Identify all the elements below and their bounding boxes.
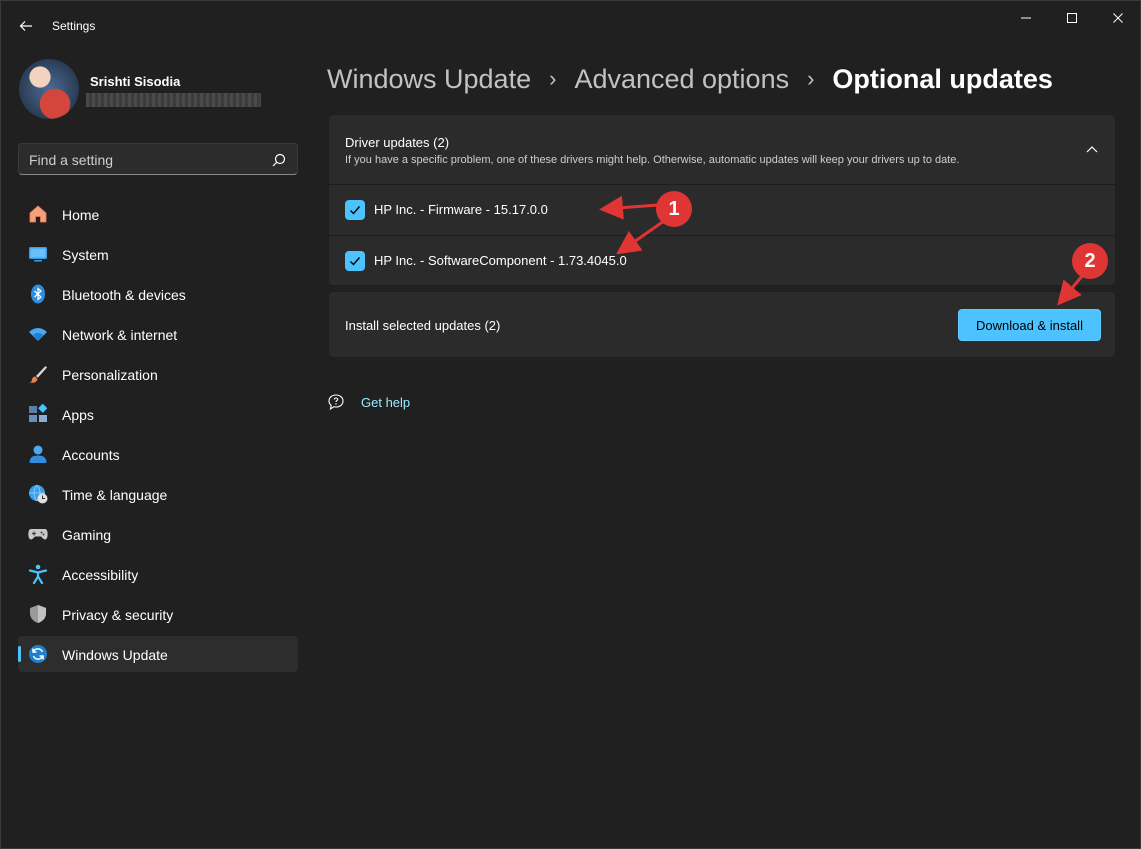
- sidebar-item-gaming[interactable]: Gaming: [18, 516, 298, 552]
- user-email-redacted: [86, 93, 261, 107]
- sidebar-item-personalization[interactable]: Personalization: [18, 356, 298, 392]
- sidebar-item-label: Home: [62, 207, 100, 223]
- shield-icon: [30, 605, 46, 623]
- help-icon: [328, 394, 344, 411]
- sidebar-item-bluetooth[interactable]: Bluetooth & devices: [18, 276, 298, 312]
- sidebar-item-label: System: [62, 247, 109, 263]
- sidebar-item-label: Time & language: [62, 487, 168, 503]
- avatar[interactable]: [19, 59, 79, 119]
- sidebar-item-label: Accounts: [62, 447, 120, 463]
- selection-indicator: [18, 646, 21, 662]
- maximize-button[interactable]: [1049, 1, 1095, 35]
- install-selected-label: Install selected updates (2): [345, 318, 501, 333]
- sidebar-item-network[interactable]: Network & internet: [18, 316, 298, 352]
- minimize-button[interactable]: [1003, 1, 1049, 35]
- home-icon: [29, 205, 47, 223]
- install-card: Install selected updates (2) Download & …: [328, 291, 1116, 358]
- sidebar-item-home[interactable]: Home: [18, 196, 298, 232]
- driver-updates-header[interactable]: Driver updates (2) If you have a specifi…: [329, 115, 1115, 183]
- annotation-badge-1: 1: [656, 191, 692, 227]
- apps-icon: [29, 404, 48, 422]
- checkmark-icon: [350, 206, 361, 215]
- sidebar-item-label: Accessibility: [62, 567, 139, 583]
- search-icon[interactable]: [271, 152, 287, 168]
- driver-checkbox[interactable]: [345, 251, 365, 271]
- sidebar-item-system[interactable]: System: [18, 236, 298, 272]
- driver-label: HP Inc. - SoftwareComponent - 1.73.4045.…: [374, 253, 627, 268]
- checkmark-icon: [350, 257, 361, 266]
- sidebar-item-accounts[interactable]: Accounts: [18, 436, 298, 472]
- driver-row: HP Inc. - SoftwareComponent - 1.73.4045.…: [329, 235, 1115, 285]
- sidebar-item-label: Windows Update: [62, 647, 168, 663]
- download-install-button[interactable]: Download & install: [958, 309, 1101, 341]
- driver-row: HP Inc. - Firmware - 15.17.0.0: [329, 184, 1115, 234]
- gamepad-icon: [28, 529, 48, 540]
- globe-clock-icon: [29, 484, 48, 504]
- title-bar: Settings: [1, 1, 1141, 51]
- breadcrumb: Windows Update › Advanced options › Opti…: [327, 61, 1053, 97]
- minimize-icon: [1021, 17, 1031, 19]
- wifi-icon: [29, 328, 47, 341]
- accounts-icon: [29, 445, 47, 463]
- sidebar-item-label: Bluetooth & devices: [62, 287, 186, 303]
- accessibility-icon: [28, 564, 48, 584]
- back-button[interactable]: [11, 13, 41, 39]
- back-arrow-icon: [19, 21, 32, 31]
- sidebar-item-label: Personalization: [62, 367, 158, 383]
- sidebar-item-privacy[interactable]: Privacy & security: [18, 596, 298, 632]
- search-box: [18, 143, 298, 175]
- breadcrumb-advanced-options[interactable]: Advanced options: [574, 64, 789, 95]
- settings-window: Settings Srishti Sisodia Find a setting …: [0, 0, 1141, 849]
- page-title: Optional updates: [832, 63, 1053, 94]
- search-input[interactable]: [29, 150, 269, 170]
- sidebar-item-label: Network & internet: [62, 327, 178, 343]
- driver-checkbox[interactable]: [345, 200, 365, 220]
- annotation-badge-2: 2: [1072, 243, 1108, 279]
- sidebar-item-apps[interactable]: Apps: [18, 396, 298, 432]
- sidebar-item-label: Gaming: [62, 527, 112, 543]
- sidebar-item-accessibility[interactable]: Accessibility: [18, 556, 298, 592]
- breadcrumb-windows-update[interactable]: Windows Update: [327, 64, 531, 95]
- sidebar-item-time-language[interactable]: Time & language: [18, 476, 298, 512]
- breadcrumb-separator: ›: [807, 66, 815, 91]
- sidebar-item-windows-update[interactable]: Windows Update: [18, 636, 298, 672]
- sidebar-nav: Home System Bluetooth & devices Network …: [18, 196, 298, 676]
- get-help-link[interactable]: Get help: [361, 395, 410, 410]
- driver-updates-card: Driver updates (2) If you have a specifi…: [328, 114, 1116, 286]
- chevron-up-icon[interactable]: [1085, 142, 1099, 156]
- app-title: Settings: [52, 19, 96, 33]
- maximize-icon: [1067, 13, 1077, 23]
- update-icon: [29, 645, 47, 663]
- driver-label: HP Inc. - Firmware - 15.17.0.0: [374, 202, 548, 217]
- close-button[interactable]: [1095, 1, 1141, 35]
- breadcrumb-separator: ›: [549, 66, 557, 91]
- system-icon: [29, 247, 47, 262]
- sidebar-item-label: Apps: [62, 407, 94, 423]
- bluetooth-icon: [31, 284, 45, 304]
- driver-updates-title: Driver updates (2): [345, 135, 450, 150]
- close-icon: [1113, 13, 1123, 23]
- user-name: Srishti Sisodia: [90, 74, 181, 89]
- sidebar-item-label: Privacy & security: [62, 607, 174, 623]
- brush-icon: [29, 366, 47, 383]
- driver-updates-description: If you have a specific problem, one of t…: [345, 154, 960, 166]
